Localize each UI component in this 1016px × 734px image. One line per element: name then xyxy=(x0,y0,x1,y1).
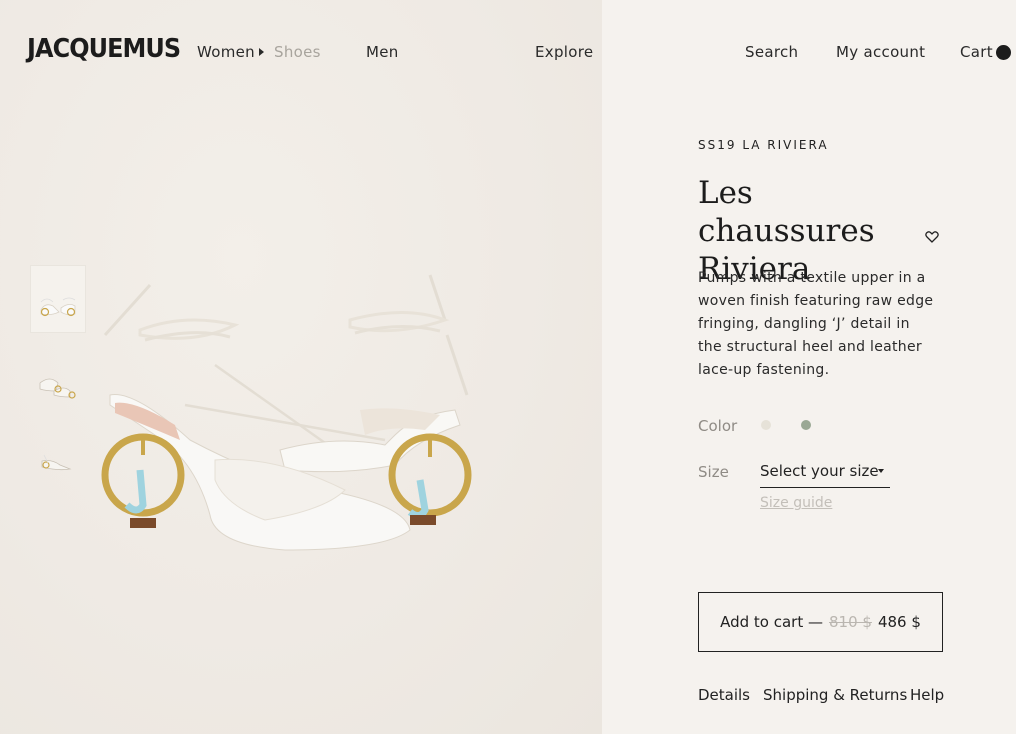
thumbnail-2[interactable] xyxy=(30,349,84,415)
size-guide-link[interactable]: Size guide xyxy=(760,495,832,511)
size-select-value: Select your size xyxy=(760,462,879,480)
color-swatch-white[interactable] xyxy=(761,420,771,430)
nav-cart[interactable]: Cart xyxy=(960,43,993,61)
nav-explore[interactable]: Explore xyxy=(535,43,593,61)
cart-dot-icon[interactable] xyxy=(996,45,1011,60)
add-to-cart-button[interactable]: Add to cart — 810 $ 486 $ xyxy=(698,592,943,652)
tab-help[interactable]: Help xyxy=(910,686,944,704)
nav-women[interactable]: Women xyxy=(197,43,255,61)
tab-shipping-returns[interactable]: Shipping & Returns xyxy=(763,686,907,704)
size-select[interactable]: Select your size xyxy=(760,462,890,488)
nav-men[interactable]: Men xyxy=(366,43,399,61)
add-to-cart-label: Add to cart — xyxy=(720,613,823,631)
color-label: Color xyxy=(698,417,738,435)
caret-down-icon xyxy=(878,469,884,473)
product-title-line1: Les chaussures xyxy=(698,175,875,249)
size-label: Size xyxy=(698,463,729,481)
nav-shoes[interactable]: Shoes xyxy=(274,43,321,61)
product-main-image[interactable] xyxy=(95,265,485,565)
old-price: 810 $ xyxy=(828,613,872,631)
tab-details[interactable]: Details xyxy=(698,686,750,704)
color-swatch-green[interactable] xyxy=(801,420,811,430)
product-description: Pumps with a textile upper in a woven fi… xyxy=(698,270,934,378)
heart-icon[interactable] xyxy=(925,229,939,243)
collection-label: SS19 LA RIVIERA xyxy=(698,138,829,152)
thumbnail-1[interactable] xyxy=(30,265,86,333)
brand-logo[interactable]: JACQUEMUS xyxy=(27,34,181,64)
current-price: 486 $ xyxy=(877,613,921,631)
thumbnail-3[interactable] xyxy=(30,433,84,499)
breadcrumb-arrow-icon xyxy=(259,48,264,56)
nav-my-account[interactable]: My account xyxy=(836,43,925,61)
nav-search[interactable]: Search xyxy=(745,43,798,61)
